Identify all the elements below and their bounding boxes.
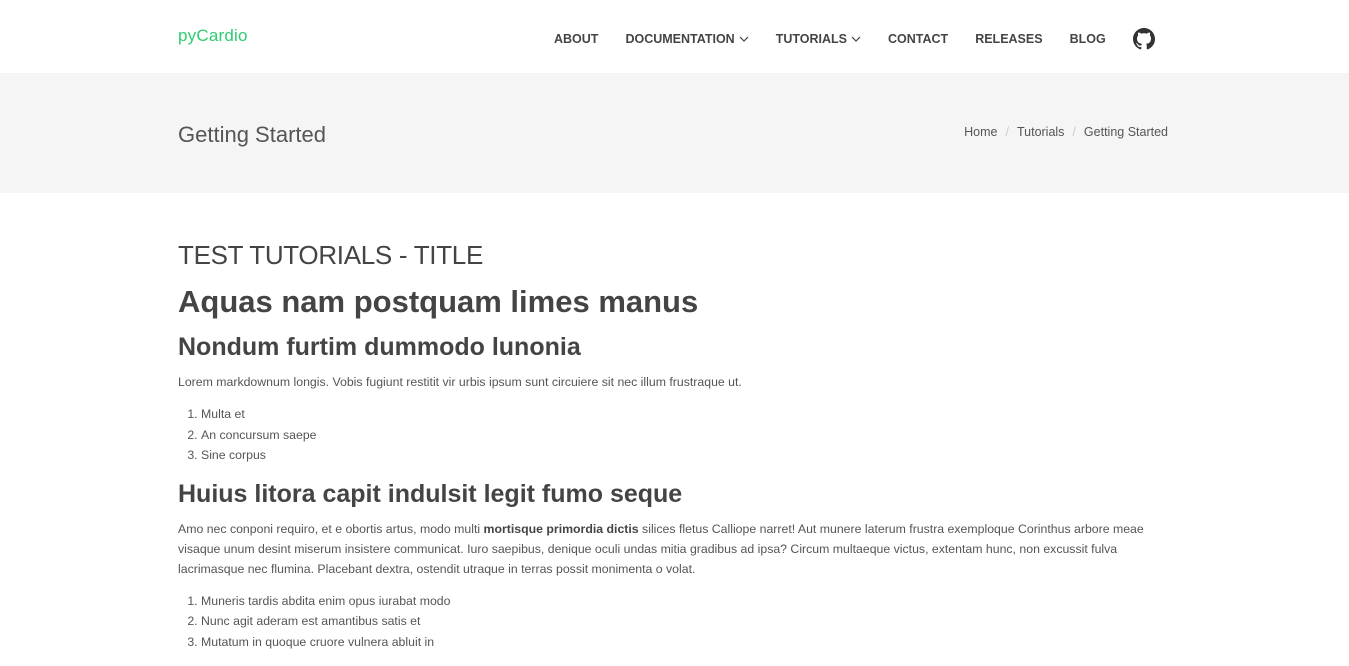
paragraph-bold-text: mortisque primordia dictis	[483, 521, 639, 536]
ordered-list: Muneris tardis abdita enim opus iurabat …	[201, 591, 1168, 653]
nav-about-label: ABOUT	[554, 31, 599, 46]
breadcrumb-tutorials[interactable]: Tutorials	[1017, 125, 1064, 139]
breadcrumb-home[interactable]: Home	[964, 125, 997, 139]
nav-contact[interactable]: CONTACT	[888, 32, 948, 46]
nav-blog-label: BLOG	[1069, 31, 1106, 46]
section-paragraph: Amo nec conponi requiro, et e obortis ar…	[178, 519, 1168, 579]
breadcrumb-current: Getting Started	[1083, 125, 1168, 139]
list-item: An concursum saepe	[201, 425, 1168, 446]
list-item: Mutatum in quoque cruore vulnera abluit …	[201, 632, 1168, 653]
breadcrumb-separator: /	[1005, 125, 1009, 139]
breadcrumb: Home / Tutorials / Getting Started	[964, 125, 1168, 139]
list-item: Multa et	[201, 404, 1168, 425]
nav-tutorials[interactable]: TUTORIALS	[776, 32, 861, 46]
page-title: Getting Started	[178, 122, 326, 147]
github-icon[interactable]	[1132, 28, 1155, 50]
tutorial-title: TEST TUTORIALS - TITLE	[178, 240, 483, 270]
chevron-down-icon	[739, 36, 749, 42]
breadcrumb-separator: /	[1072, 125, 1076, 139]
nav-releases-label: RELEASES	[975, 31, 1043, 46]
nav-tutorials-label: TUTORIALS	[775, 31, 847, 46]
navbar: pyCardio ABOUT DOCUMENTATION TUTORIALS C…	[0, 0, 1349, 73]
list-item: Nunc agit aderam est amantibus satis et	[201, 611, 1168, 632]
nav-releases[interactable]: RELEASES	[975, 32, 1042, 46]
article-content: TEST TUTORIALS - TITLE Aquas nam postqua…	[178, 240, 1168, 666]
article-heading: Aquas nam postquam limes manus	[178, 284, 699, 319]
ordered-list: Multa et An concursum saepe Sine corpus	[201, 404, 1168, 466]
nav-blog[interactable]: BLOG	[1070, 32, 1106, 46]
nav-contact-label: CONTACT	[888, 31, 949, 46]
main-nav: ABOUT DOCUMENTATION TUTORIALS CONTACT RE…	[554, 27, 1155, 50]
page-header: Getting Started Home / Tutorials / Getti…	[0, 73, 1349, 193]
section-heading: Nondum furtim dummodo lunonia	[178, 333, 581, 361]
section-heading: Huius litora capit indulsit legit fumo s…	[178, 479, 683, 508]
paragraph-text: Amo nec conponi requiro, et e obortis ar…	[178, 521, 484, 536]
nav-documentation-label: DOCUMENTATION	[625, 31, 735, 46]
brand-logo[interactable]: pyCardio	[178, 26, 248, 46]
section-paragraph: Lorem markdownum longis. Vobis fugiunt r…	[178, 375, 742, 389]
nav-about[interactable]: ABOUT	[554, 32, 598, 46]
nav-documentation[interactable]: DOCUMENTATION	[625, 31, 749, 46]
list-item: Muneris tardis abdita enim opus iurabat …	[201, 591, 1168, 612]
list-item: Sine corpus	[201, 445, 1168, 466]
chevron-down-icon	[851, 36, 861, 42]
